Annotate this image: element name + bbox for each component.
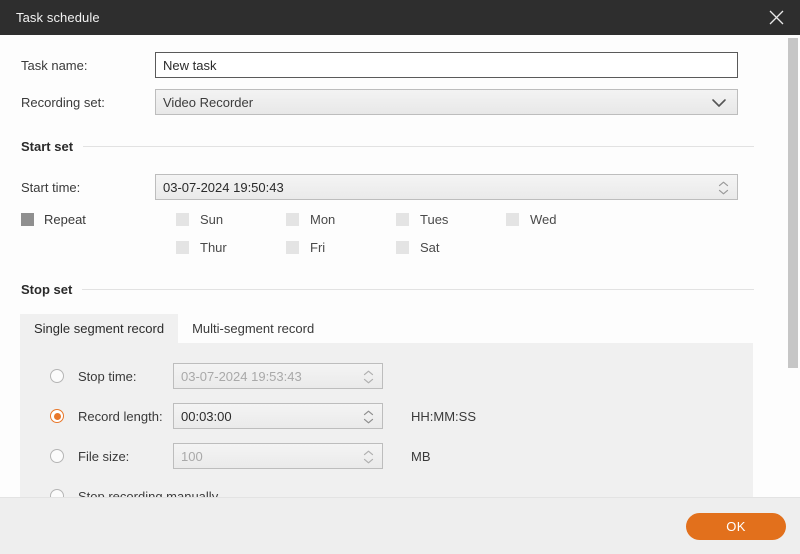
weekday-wed-checkbox[interactable]: [506, 212, 519, 226]
task-schedule-dialog: Task schedule Task name: Recording set: …: [0, 0, 800, 554]
file-size-spinner[interactable]: 100: [173, 443, 383, 469]
repeat-checkbox[interactable]: [21, 212, 34, 226]
file-size-value: 100: [181, 448, 203, 464]
chevron-down-icon: [711, 90, 727, 116]
weekday-thur-checkbox[interactable]: [176, 240, 189, 254]
tab-panel-single-segment: Stop time: 03-07-2024 19:53:43 Record le…: [20, 343, 753, 497]
task-name-row: Task name:: [0, 50, 772, 80]
section-divider: [83, 145, 754, 147]
weekday-sun-label: Sun: [200, 211, 224, 227]
weekday-checkbox-grid: Sun Mon Tues Wed Thur Fri Sat: [176, 210, 616, 256]
weekday-sun[interactable]: Sun: [176, 210, 286, 228]
file-size-option-row: File size: 100 MB: [20, 436, 753, 476]
tab-single-segment-record[interactable]: Single segment record: [20, 314, 179, 343]
tab-multi-segment-record[interactable]: Multi-segment record: [178, 314, 328, 343]
start-time-label: Start time:: [21, 179, 81, 195]
stop-manually-radio[interactable]: [50, 489, 64, 497]
chevron-up-icon: [363, 450, 374, 456]
chevron-up-icon: [718, 181, 729, 187]
dialog-scroll-area: Task name: Recording set: Video Recorder: [0, 35, 800, 497]
start-time-row: Start time: 03-07-2024 19:50:43: [0, 172, 772, 202]
weekday-mon-label: Mon: [310, 211, 336, 227]
titlebar: Task schedule: [0, 0, 800, 35]
chevron-down-icon: [363, 418, 374, 424]
recording-set-value: Video Recorder: [163, 94, 254, 110]
weekday-wed[interactable]: Wed: [506, 210, 616, 228]
record-length-radio[interactable]: [50, 409, 64, 423]
chevron-down-icon: [363, 378, 374, 384]
record-length-value: 00:03:00: [181, 408, 232, 424]
spinner-arrows[interactable]: [363, 444, 374, 470]
section-divider: [82, 288, 754, 290]
start-time-spinner[interactable]: 03-07-2024 19:50:43: [155, 174, 738, 200]
start-time-value: 03-07-2024 19:50:43: [163, 179, 284, 195]
stop-set-tabs: Single segment record Multi-segment reco…: [20, 314, 753, 497]
vertical-scrollbar-track[interactable]: [786, 35, 800, 497]
weekday-tues-checkbox[interactable]: [396, 212, 409, 226]
weekday-sun-checkbox[interactable]: [176, 212, 189, 226]
chevron-up-icon: [363, 410, 374, 416]
weekday-sat-label: Sat: [420, 239, 440, 255]
spinner-arrows[interactable]: [718, 175, 729, 201]
repeat-days-row: Repeat Sun Mon Tues Wed Thur Fri Sat: [0, 210, 772, 256]
weekday-wed-label: Wed: [530, 211, 557, 227]
window-title: Task schedule: [16, 10, 100, 25]
weekday-fri[interactable]: Fri: [286, 238, 396, 256]
tab-strip: Single segment record Multi-segment reco…: [20, 314, 753, 343]
weekday-sat[interactable]: Sat: [396, 238, 506, 256]
stop-time-option-row: Stop time: 03-07-2024 19:53:43: [20, 356, 753, 396]
start-set-section-header: Start set: [0, 135, 772, 157]
recording-set-label: Recording set:: [21, 94, 105, 110]
weekday-fri-label: Fri: [310, 239, 326, 255]
stop-manually-option-row: Stop recording manually: [20, 476, 753, 497]
stop-manually-label: Stop recording manually: [78, 488, 219, 498]
stop-time-radio[interactable]: [50, 369, 64, 383]
start-set-title: Start set: [21, 138, 74, 154]
dialog-content: Task name: Recording set: Video Recorder: [0, 35, 772, 497]
recording-set-dropdown[interactable]: Video Recorder: [155, 89, 738, 115]
task-name-label: Task name:: [21, 57, 88, 73]
vertical-scrollbar-thumb[interactable]: [788, 38, 798, 368]
weekday-tues-label: Tues: [420, 211, 449, 227]
task-name-input[interactable]: [155, 52, 738, 78]
stop-time-value: 03-07-2024 19:53:43: [181, 368, 302, 384]
record-length-spinner[interactable]: 00:03:00: [173, 403, 383, 429]
record-length-label: Record length:: [78, 408, 163, 424]
stop-time-spinner[interactable]: 03-07-2024 19:53:43: [173, 363, 383, 389]
weekday-fri-checkbox[interactable]: [286, 240, 299, 254]
close-icon: [767, 8, 786, 27]
file-size-radio[interactable]: [50, 449, 64, 463]
file-size-unit: MB: [411, 448, 431, 464]
stop-set-section-header: Stop set: [0, 278, 772, 300]
chevron-down-icon: [363, 458, 374, 464]
record-length-unit: HH:MM:SS: [411, 408, 476, 424]
weekday-thur[interactable]: Thur: [176, 238, 286, 256]
chevron-down-icon: [718, 189, 729, 195]
spinner-arrows[interactable]: [363, 404, 374, 430]
weekday-mon-checkbox[interactable]: [286, 212, 299, 226]
record-length-option-row: Record length: 00:03:00 HH:MM:SS: [20, 396, 753, 436]
weekday-mon[interactable]: Mon: [286, 210, 396, 228]
weekday-tues[interactable]: Tues: [396, 210, 506, 228]
ok-button[interactable]: OK: [686, 513, 786, 540]
repeat-label: Repeat: [44, 211, 86, 227]
dialog-footer: OK: [0, 497, 800, 554]
repeat-checkbox-group[interactable]: Repeat: [21, 210, 176, 228]
recording-set-row: Recording set: Video Recorder: [0, 87, 772, 117]
file-size-label: File size:: [78, 448, 130, 464]
stop-set-title: Stop set: [21, 281, 73, 297]
weekday-sat-checkbox[interactable]: [396, 240, 409, 254]
spinner-arrows[interactable]: [363, 364, 374, 390]
weekday-thur-label: Thur: [200, 239, 227, 255]
stop-time-label: Stop time:: [78, 368, 137, 384]
chevron-up-icon: [363, 370, 374, 376]
close-button[interactable]: [752, 0, 800, 35]
